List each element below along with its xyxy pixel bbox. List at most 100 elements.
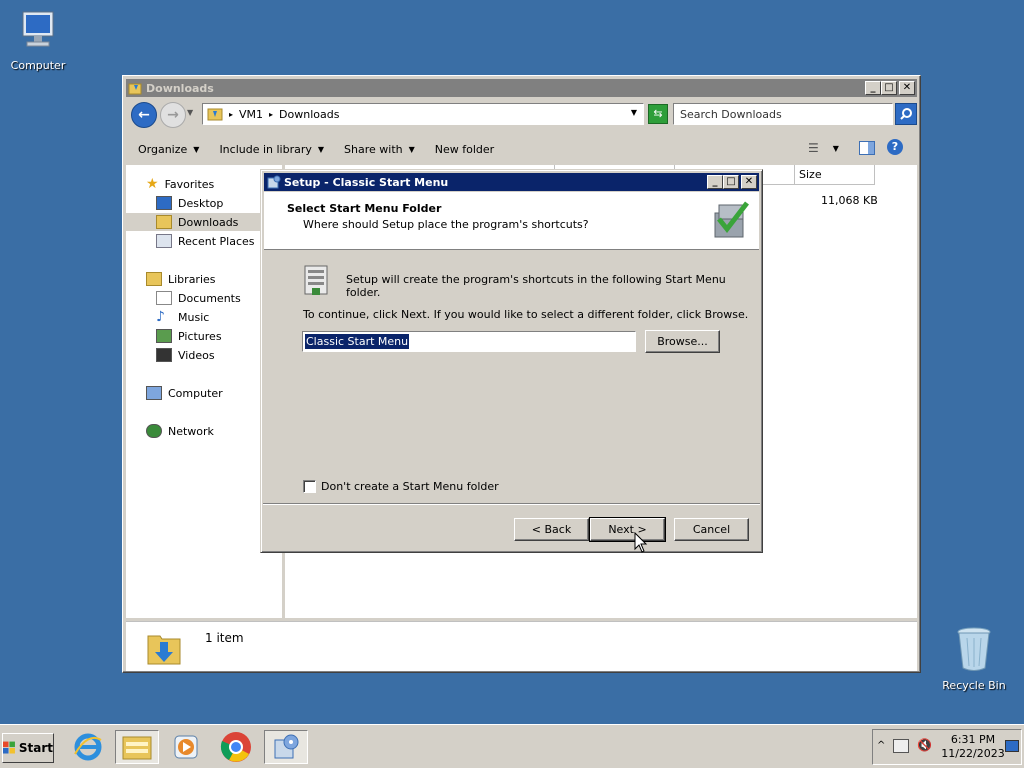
view-options-button[interactable]: ☰ ▼ bbox=[808, 141, 839, 155]
wizard-heading: Select Start Menu Folder bbox=[287, 202, 442, 215]
cancel-label: Cancel bbox=[692, 523, 731, 536]
start-button[interactable]: Start bbox=[2, 733, 54, 763]
chevron-down-icon: ▼ bbox=[193, 144, 200, 154]
computer-small-icon bbox=[146, 386, 162, 400]
nav-libraries[interactable]: Libraries bbox=[146, 270, 216, 288]
clock-date: 11/22/2023 bbox=[941, 747, 1005, 760]
start-menu-folder-icon bbox=[304, 265, 328, 295]
back-wizard-button[interactable]: < Back bbox=[514, 518, 589, 541]
browse-button[interactable]: Browse... bbox=[645, 330, 720, 353]
desktop-icon-recycle-bin[interactable]: Recycle Bin bbox=[936, 624, 1012, 692]
close-button[interactable]: ✕ bbox=[899, 81, 915, 95]
setup-app-icon bbox=[267, 175, 281, 189]
breadcrumb-vm1[interactable]: VM1 bbox=[239, 108, 263, 121]
minimize-button[interactable]: _ bbox=[865, 81, 881, 95]
chevron-down-icon: ▼ bbox=[408, 144, 415, 154]
forward-button[interactable]: → bbox=[160, 102, 186, 128]
system-tray: ^ 🔇 6:31 PM 11/22/2023 bbox=[872, 729, 1022, 765]
taskbar-explorer[interactable] bbox=[115, 730, 159, 764]
checkbox-icon[interactable] bbox=[303, 480, 316, 493]
star-icon: ★ bbox=[146, 176, 159, 192]
nav-downloads-label: Downloads bbox=[178, 215, 239, 229]
nav-computer[interactable]: Computer bbox=[146, 384, 223, 402]
nav-favorites-label: Favorites bbox=[164, 177, 215, 191]
recycle-bin-label: Recycle Bin bbox=[942, 679, 1006, 692]
recycle-bin-icon bbox=[957, 627, 991, 671]
setup-title: Setup - Classic Start Menu bbox=[284, 175, 449, 189]
taskbar-chrome[interactable] bbox=[214, 730, 258, 764]
setup-close-button[interactable]: ✕ bbox=[741, 175, 757, 189]
nav-videos[interactable]: Videos bbox=[156, 346, 215, 364]
show-desktop-icon[interactable] bbox=[1005, 740, 1019, 752]
setup-minimize-button[interactable]: _ bbox=[707, 175, 723, 189]
search-input[interactable]: Search Downloads bbox=[673, 103, 893, 125]
file-size: 11,068 KB bbox=[821, 194, 878, 207]
search-button[interactable] bbox=[895, 103, 917, 125]
nav-documents[interactable]: Documents bbox=[156, 289, 241, 307]
nav-music[interactable]: ♪ Music bbox=[156, 308, 209, 326]
address-row: ← → ▼ ▸ VM1 ▸ Downloads ▼ ⇆ Search Downl… bbox=[126, 99, 917, 133]
organize-menu[interactable]: Organize ▼ bbox=[138, 143, 199, 156]
history-dropdown-icon[interactable]: ▼ bbox=[187, 108, 193, 117]
nav-favorites[interactable]: ★ Favorites bbox=[146, 175, 214, 193]
mouse-cursor-icon bbox=[634, 532, 648, 553]
wizard-header: Select Start Menu Folder Where should Se… bbox=[264, 192, 759, 250]
network-tray-icon[interactable] bbox=[893, 739, 909, 753]
address-dropdown-icon[interactable]: ▼ bbox=[631, 108, 637, 117]
file-explorer-icon bbox=[122, 736, 152, 760]
checkbox-label: Don't create a Start Menu folder bbox=[321, 480, 499, 493]
refresh-button[interactable]: ⇆ bbox=[648, 104, 668, 124]
libraries-icon bbox=[146, 272, 162, 286]
clock[interactable]: 6:31 PM 11/22/2023 bbox=[941, 733, 1005, 761]
next-button[interactable]: Next > bbox=[589, 517, 666, 542]
command-bar: Organize ▼ Include in library ▼ Share wi… bbox=[126, 135, 917, 163]
nav-network[interactable]: Network bbox=[146, 422, 214, 440]
taskbar-internet-explorer[interactable] bbox=[66, 730, 110, 764]
desktop-icon-computer[interactable]: Computer bbox=[0, 8, 76, 72]
nav-documents-label: Documents bbox=[178, 291, 241, 305]
videos-icon bbox=[156, 348, 172, 362]
back-label: < Back bbox=[531, 523, 572, 536]
nav-videos-label: Videos bbox=[178, 348, 215, 362]
chevron-down-icon: ▼ bbox=[832, 143, 839, 153]
downloads-folder-icon bbox=[156, 215, 172, 229]
new-folder-label: New folder bbox=[434, 142, 495, 156]
info-text: Setup will create the program's shortcut… bbox=[346, 273, 726, 299]
explorer-title: Downloads bbox=[146, 81, 214, 95]
share-with-menu[interactable]: Share with ▼ bbox=[344, 143, 415, 156]
setup-titlebar[interactable]: Setup - Classic Start Menu _ □ ✕ bbox=[264, 173, 759, 191]
volume-muted-icon[interactable]: 🔇 bbox=[917, 738, 932, 752]
computer-label: Computer bbox=[10, 59, 66, 72]
breadcrumb-downloads[interactable]: Downloads bbox=[279, 108, 339, 121]
nav-pictures[interactable]: Pictures bbox=[156, 327, 222, 345]
cancel-button[interactable]: Cancel bbox=[674, 518, 749, 541]
instruction-text: To continue, click Next. If you would li… bbox=[303, 308, 749, 321]
nav-music-label: Music bbox=[178, 310, 210, 324]
show-hidden-icons-icon[interactable]: ^ bbox=[877, 740, 885, 751]
view-list-icon: ☰ bbox=[808, 141, 819, 155]
include-label: Include in library bbox=[219, 142, 312, 156]
maximize-button[interactable]: □ bbox=[881, 81, 897, 95]
share-label: Share with bbox=[344, 142, 403, 156]
taskbar: Start ^ 🔇 6:31 PM 11/22/2023 bbox=[0, 724, 1024, 768]
column-size-label: Size bbox=[799, 168, 822, 181]
folder-input-selection: Classic Start Menu bbox=[305, 334, 410, 349]
taskbar-media-player[interactable] bbox=[164, 730, 208, 764]
nav-desktop[interactable]: Desktop bbox=[156, 194, 223, 212]
breadcrumb-separator-icon: ▸ bbox=[269, 109, 274, 119]
nav-recent-places[interactable]: Recent Places bbox=[156, 232, 255, 250]
help-button[interactable]: ? bbox=[887, 139, 903, 155]
setup-maximize-button[interactable]: □ bbox=[723, 175, 739, 189]
taskbar-setup[interactable] bbox=[264, 730, 308, 764]
preview-pane-button[interactable] bbox=[859, 141, 875, 155]
folder-download-icon bbox=[207, 108, 223, 121]
organize-label: Organize bbox=[138, 142, 188, 156]
column-header-size[interactable]: Size bbox=[795, 165, 875, 185]
new-folder-button[interactable]: New folder bbox=[435, 143, 494, 156]
no-folder-checkbox-row[interactable]: Don't create a Start Menu folder bbox=[303, 480, 499, 493]
back-button[interactable]: ← bbox=[131, 102, 157, 128]
include-in-library-menu[interactable]: Include in library ▼ bbox=[219, 143, 324, 156]
folder-input-value: Classic Start Menu bbox=[306, 335, 409, 348]
explorer-titlebar[interactable]: Downloads _ □ ✕ bbox=[126, 79, 917, 97]
address-bar[interactable]: ▸ VM1 ▸ Downloads ▼ bbox=[202, 103, 644, 125]
